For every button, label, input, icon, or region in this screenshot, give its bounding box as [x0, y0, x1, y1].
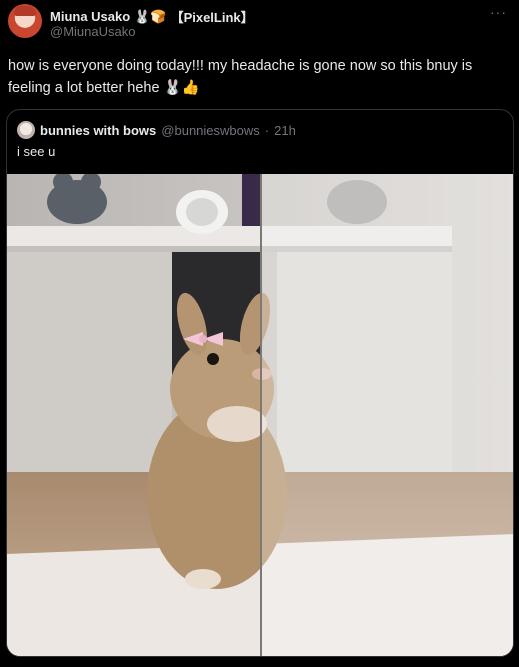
author-tag: 【PixelLink】	[170, 9, 254, 25]
separator-dot: ·	[264, 122, 270, 138]
tweet: Miuna Usako 🐰🍞 【PixelLink】 @MiunaUsako ·…	[0, 0, 519, 667]
bunny-photo-illustration	[7, 174, 513, 656]
author-emojis: 🐰🍞	[134, 8, 167, 24]
quoted-header: bunnies with bows @bunnieswbows · 21h	[17, 121, 296, 139]
author-handle[interactable]: @MiunaUsako	[50, 24, 135, 39]
bunny-photo[interactable]	[7, 174, 513, 656]
post-text: how is everyone doing today!!! my headac…	[8, 58, 473, 96]
author-name-row: Miuna Usako 🐰🍞 【PixelLink】	[50, 7, 254, 25]
quoted-handle[interactable]: @bunnieswbows	[161, 123, 259, 138]
quoted-timestamp[interactable]: 21h	[274, 123, 296, 138]
quoted-tweet[interactable]: bunnies with bows @bunnieswbows · 21h i …	[6, 109, 514, 657]
quoted-avatar[interactable]	[17, 121, 35, 139]
author-avatar[interactable]	[8, 4, 42, 38]
ellipsis-icon[interactable]: ···	[490, 4, 507, 20]
quoted-display-name[interactable]: bunnies with bows	[40, 123, 156, 138]
author-display-name[interactable]: Miuna Usako	[50, 9, 130, 24]
quoted-text: i see u	[17, 144, 56, 159]
